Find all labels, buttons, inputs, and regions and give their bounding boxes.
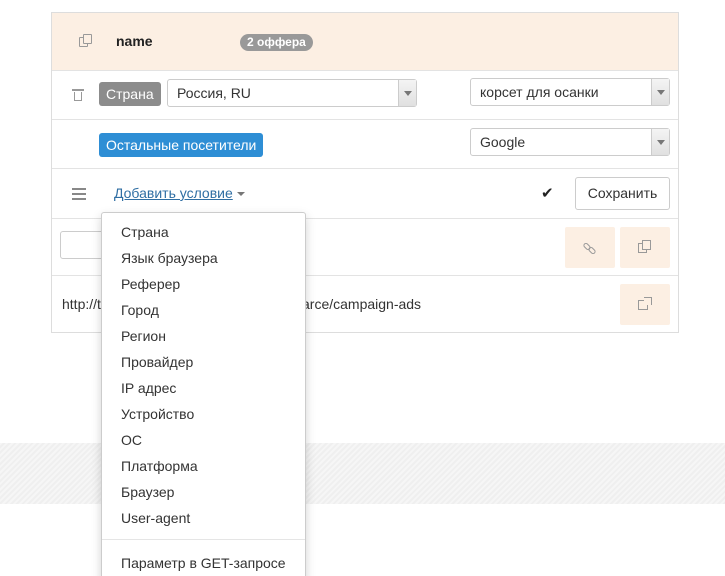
menu-item-referer[interactable]: Реферер (102, 271, 305, 297)
offer-select-1[interactable]: корсет для осанки (470, 78, 670, 106)
menu-icon[interactable] (72, 188, 86, 200)
menu-item-region[interactable]: Регион (102, 323, 305, 349)
menu-item-os[interactable]: ОС (102, 427, 305, 453)
check-icon: ✔ (541, 185, 554, 202)
rule-row-other-visitors: Остальные посетители Google (52, 120, 678, 169)
menu-item-get-parameter[interactable]: Параметр в GET-запросе (102, 550, 305, 576)
menu-divider (102, 539, 305, 540)
campaign-url-start: http://t (62, 296, 101, 312)
duplicate-icon (638, 240, 652, 254)
chevron-down-icon (651, 129, 669, 155)
country-select-value: Россия, RU (177, 85, 251, 101)
menu-item-platform[interactable]: Платформа (102, 453, 305, 479)
menu-item-user-agent[interactable]: User-agent (102, 505, 305, 531)
menu-item-provider[interactable]: Провайдер (102, 349, 305, 375)
menu-item-ip-address[interactable]: IP адрес (102, 375, 305, 401)
offers-count-badge: 2 оффера (240, 34, 313, 51)
copy-icon[interactable] (79, 34, 93, 48)
menu-item-browser[interactable]: Браузер (102, 479, 305, 505)
campaign-url-end: arce/campaign-ads (302, 296, 422, 312)
menu-item-country[interactable]: Страна (102, 219, 305, 245)
country-select[interactable]: Россия, RU (167, 79, 417, 107)
add-condition-label: Добавить условие (114, 185, 233, 201)
duplicate-button[interactable] (620, 227, 670, 268)
chevron-down-icon (651, 79, 669, 105)
link-button[interactable] (565, 227, 615, 268)
menu-item-city[interactable]: Город (102, 297, 305, 323)
link-icon (582, 241, 597, 256)
open-url-button[interactable] (620, 284, 670, 325)
group-name: name (116, 33, 153, 49)
add-condition-link[interactable]: Добавить условие (114, 185, 245, 201)
offer-group-header: name 2 оффера (52, 13, 678, 71)
offer-select-1-value: корсет для осанки (480, 84, 599, 100)
trash-icon[interactable] (72, 88, 84, 102)
caret-down-icon (236, 192, 245, 197)
external-link-icon (638, 297, 652, 311)
chevron-down-icon (398, 80, 416, 106)
offer-select-2[interactable]: Google (470, 128, 670, 156)
stage: name 2 оффера Страна Россия, RU корсет д… (0, 0, 725, 576)
condition-tag-other-visitors: Остальные посетители (99, 133, 264, 157)
save-button[interactable]: Сохранить (575, 177, 670, 210)
offer-select-2-value: Google (480, 134, 526, 150)
add-condition-dropdown: Страна Язык браузера Реферер Город Регио… (101, 212, 306, 576)
menu-item-device[interactable]: Устройство (102, 401, 305, 427)
rule-row-country: Страна Россия, RU корсет для осанки (52, 71, 678, 120)
condition-tag-country: Страна (99, 82, 161, 106)
menu-item-browser-language[interactable]: Язык браузера (102, 245, 305, 271)
